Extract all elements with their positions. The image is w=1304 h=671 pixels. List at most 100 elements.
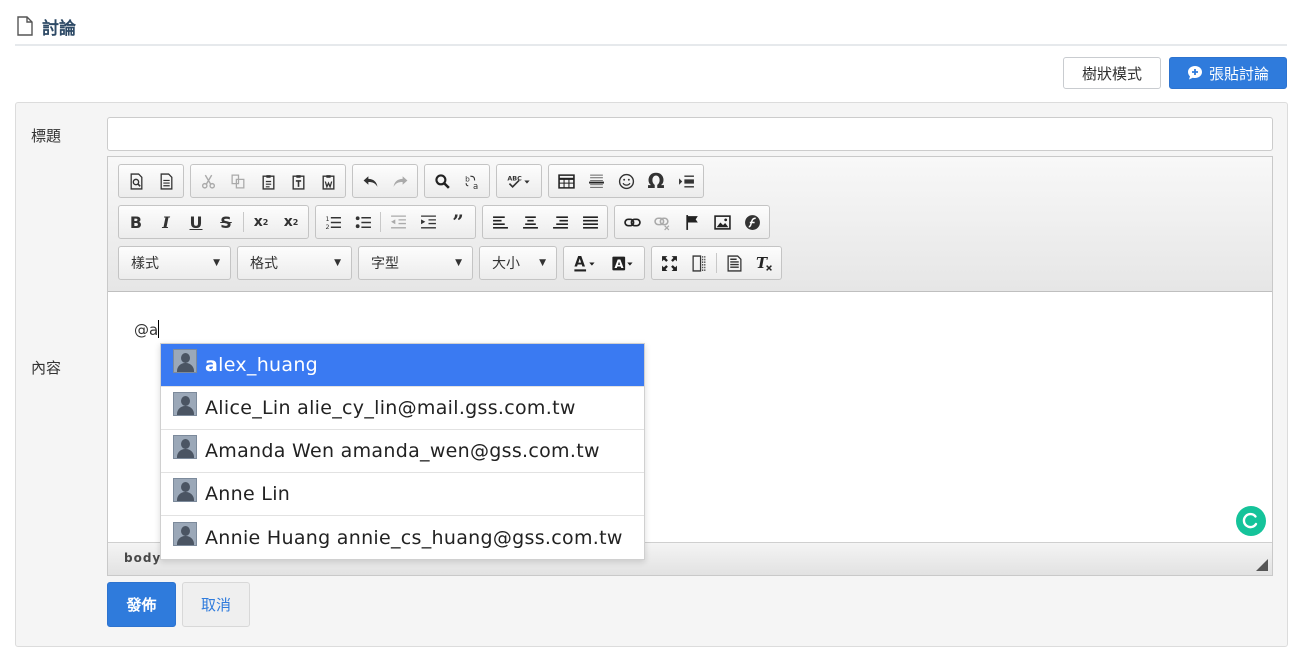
mention-match: a [205, 354, 219, 376]
smiley-icon[interactable] [611, 166, 641, 196]
mention-autocomplete-list: alex_huang Alice_Lin alie_cy_lin@mail.gs… [160, 343, 645, 560]
superscript-icon[interactable]: x2 [276, 207, 306, 237]
svg-text:ABC: ABC [507, 174, 522, 182]
subscript-icon[interactable]: x2 [246, 207, 276, 237]
chevron-down-icon: ▼ [334, 258, 341, 268]
image-icon[interactable] [707, 207, 737, 237]
svg-text:b: b [465, 174, 470, 183]
grammarly-icon[interactable] [1236, 506, 1266, 536]
align-right-icon[interactable] [545, 207, 575, 237]
element-path[interactable]: body [124, 551, 161, 565]
title-input[interactable] [107, 117, 1273, 151]
cancel-button[interactable]: 取消 [182, 582, 250, 627]
svg-text:A: A [615, 256, 624, 270]
align-left-icon[interactable] [485, 207, 515, 237]
bold-icon[interactable]: B [121, 207, 151, 237]
source-icon[interactable] [719, 248, 749, 278]
underline-icon[interactable]: U [181, 207, 211, 237]
avatar-icon [173, 478, 197, 502]
discussion-form: 標題 內容 b a ABC Ω B I U S x 2 x 2 1 2 ” 樣式… [15, 102, 1288, 647]
mention-label: lex_huang [218, 354, 319, 376]
undo-icon[interactable] [355, 166, 385, 196]
page-title: 討論 [42, 18, 76, 39]
chevron-down-icon: ▼ [455, 258, 462, 268]
table-icon[interactable] [551, 166, 581, 196]
avatar-icon [173, 349, 197, 373]
publish-button[interactable]: 發佈 [107, 582, 176, 627]
text-color-icon[interactable]: A [566, 248, 604, 278]
top-actions: 樹狀模式 張貼討論 [1063, 57, 1287, 89]
paste-icon[interactable] [253, 166, 283, 196]
indent-icon[interactable] [413, 207, 443, 237]
document-icon [17, 16, 33, 36]
paste-word-icon[interactable] [313, 166, 343, 196]
link-icon[interactable] [617, 207, 647, 237]
preview-icon[interactable] [121, 166, 151, 196]
mention-item[interactable]: Annie Huang annie_cs_huang@gss.com.tw [161, 516, 644, 559]
special-char-icon[interactable]: Ω [641, 166, 671, 196]
spellcheck-icon[interactable]: ABC [499, 166, 539, 196]
align-center-icon[interactable] [515, 207, 545, 237]
show-blocks-icon[interactable] [684, 248, 714, 278]
maximize-icon[interactable] [654, 248, 684, 278]
mention-label: Alice_Lin alie_cy_lin@mail.gss.com.tw [205, 397, 576, 419]
content-label: 內容 [31, 359, 62, 377]
title-label: 標題 [31, 127, 62, 145]
mention-label: Anne Lin [205, 483, 291, 505]
rich-text-editor: ba ABC Ω B I U S x 2 x 2 1 2 ” 樣式 ▼ 格式 ▼… [107, 156, 1273, 576]
page-break-icon[interactable] [671, 166, 701, 196]
text-caret [158, 320, 160, 338]
mention-item[interactable]: Amanda Wen amanda_wen@gss.com.tw [161, 430, 644, 473]
editor-text[interactable]: @a [134, 320, 160, 339]
avatar-icon [173, 392, 197, 416]
size-combo[interactable]: 大小 ▼ [479, 246, 557, 280]
svg-text:2: 2 [325, 222, 329, 230]
resize-grip-icon[interactable] [1256, 559, 1268, 571]
anchor-icon[interactable] [677, 207, 707, 237]
styles-combo-label: 樣式 [131, 256, 159, 272]
post-discussion-label: 張貼討論 [1208, 64, 1269, 83]
editor-typed-text: @a [134, 321, 159, 339]
chevron-down-icon: ▼ [539, 258, 546, 268]
mention-label: Amanda Wen amanda_wen@gss.com.tw [205, 440, 600, 462]
size-combo-label: 大小 [492, 256, 520, 272]
font-combo[interactable]: 字型 ▼ [358, 246, 473, 280]
blockquote-icon[interactable]: ” [443, 207, 473, 237]
mention-item[interactable]: alex_huang [161, 344, 644, 387]
remove-format-icon[interactable]: T [749, 248, 779, 278]
horizontal-line-icon[interactable] [581, 166, 611, 196]
format-combo[interactable]: 格式 ▼ [237, 246, 352, 280]
editor-toolbar: ba ABC Ω B I U S x 2 x 2 1 2 ” 樣式 ▼ 格式 ▼… [108, 157, 1272, 292]
bulleted-list-icon[interactable] [348, 207, 378, 237]
tree-mode-button[interactable]: 樹狀模式 [1063, 57, 1161, 89]
unlink-icon[interactable] [647, 207, 677, 237]
font-combo-label: 字型 [371, 256, 399, 272]
background-color-icon[interactable]: A [604, 248, 642, 278]
cut-icon[interactable] [193, 166, 223, 196]
redo-icon[interactable] [385, 166, 415, 196]
svg-text:a: a [473, 181, 478, 189]
italic-icon[interactable]: I [151, 207, 181, 237]
copy-icon[interactable] [223, 166, 253, 196]
flash-icon[interactable] [737, 207, 767, 237]
outdent-icon[interactable] [383, 207, 413, 237]
avatar-icon [173, 521, 197, 546]
svg-text:1: 1 [325, 214, 329, 222]
paste-text-icon[interactable] [283, 166, 313, 196]
chevron-down-icon: ▼ [213, 258, 220, 268]
strikethrough-icon[interactable]: S [211, 207, 241, 237]
header-divider [15, 44, 1287, 46]
mention-item[interactable]: Alice_Lin alie_cy_lin@mail.gss.com.tw [161, 387, 644, 430]
replace-icon[interactable]: ba [457, 166, 487, 196]
mention-label: Annie Huang annie_cs_huang@gss.com.tw [205, 526, 623, 549]
format-combo-label: 格式 [250, 256, 278, 272]
justify-icon[interactable] [575, 207, 605, 237]
styles-combo[interactable]: 樣式 ▼ [118, 246, 231, 280]
post-discussion-button[interactable]: 張貼討論 [1169, 57, 1287, 89]
templates-icon[interactable] [151, 166, 181, 196]
mention-item[interactable]: Anne Lin [161, 473, 644, 516]
find-icon[interactable] [427, 166, 457, 196]
avatar-icon [173, 435, 197, 459]
comment-plus-icon [1187, 66, 1202, 80]
numbered-list-icon[interactable]: 12 [318, 207, 348, 237]
